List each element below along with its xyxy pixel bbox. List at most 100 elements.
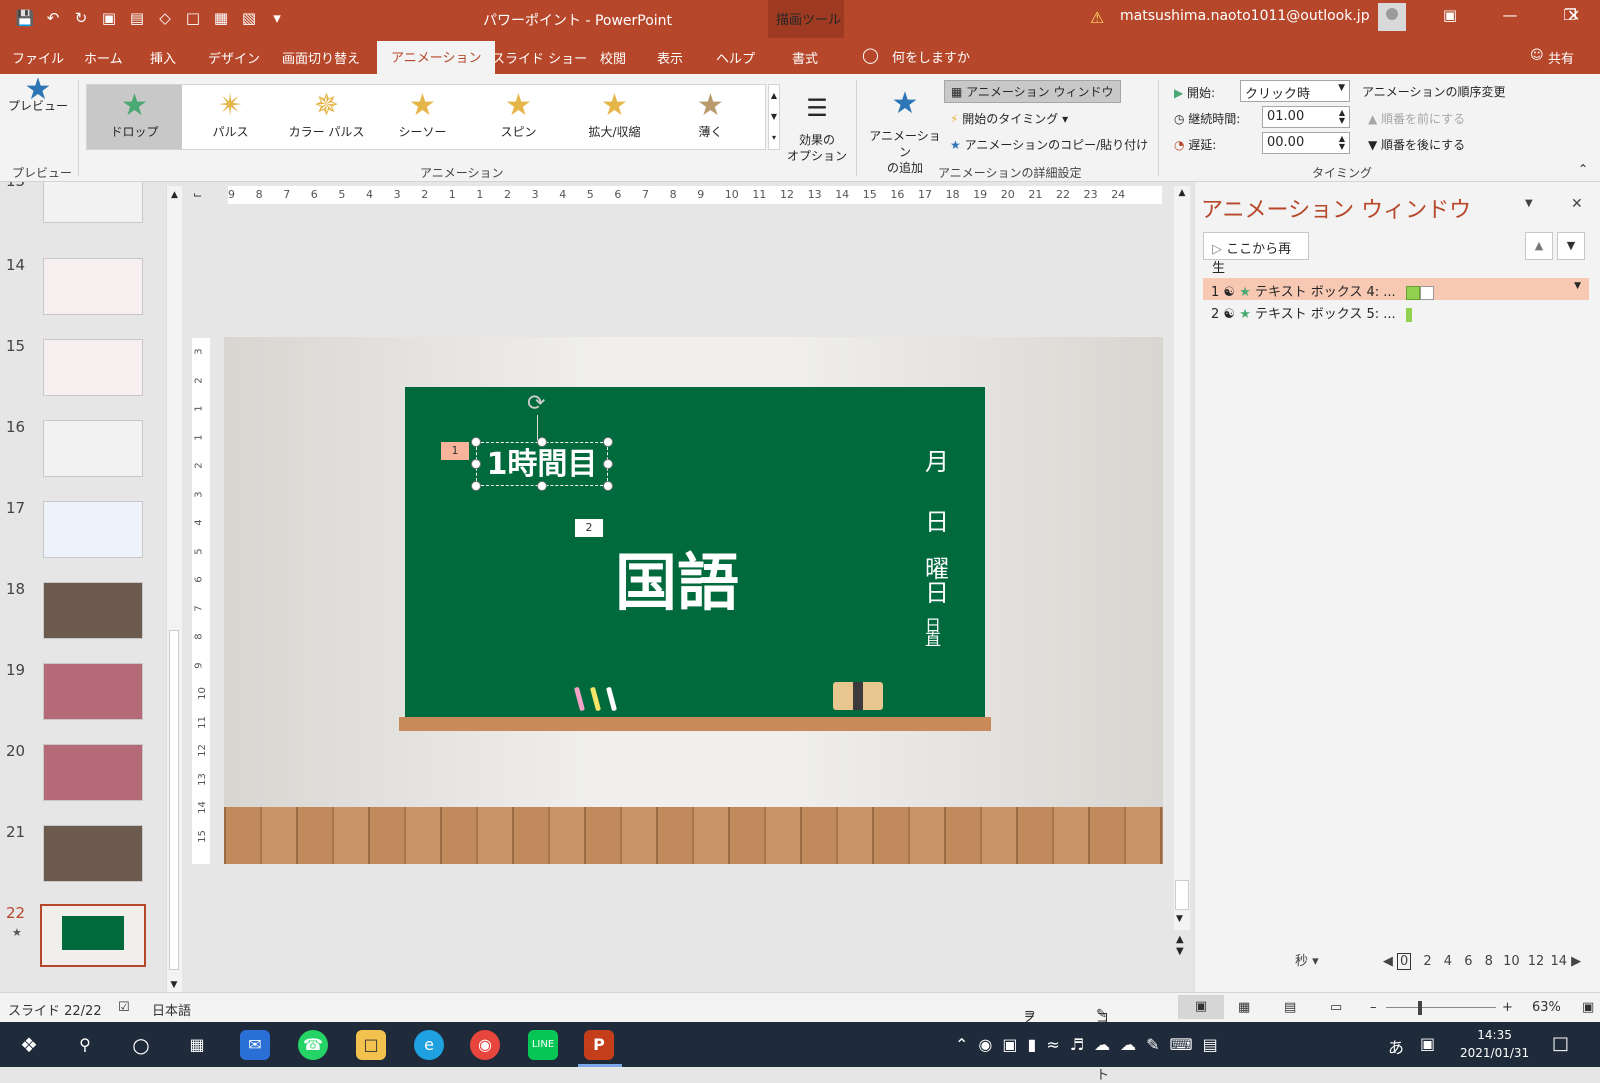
gallery-item-color-pulse[interactable]: ✵ カラー パルス [279,85,374,149]
animation-marker-1[interactable]: 1 [441,442,469,460]
slide-thumbnail-current[interactable] [40,904,146,967]
customize-icon[interactable]: ▾ [266,7,288,29]
line-icon[interactable]: LINE [528,1030,558,1060]
pane-close-icon[interactable]: ✕ [1571,196,1583,212]
chevron-up-icon[interactable]: ⌃ [955,1035,978,1054]
chrome-icon[interactable]: ◉ [470,1030,500,1060]
account-name[interactable]: matsushima.naoto1011@outlook.jp [1120,8,1370,24]
zoom-out-icon[interactable]: – [1370,1000,1377,1015]
animation-item[interactable]: 1 ☯ ★ テキスト ボックス 4: ... ▼ [1203,278,1589,300]
scroll-right-icon[interactable]: ▶ [1571,954,1581,969]
tab-animations[interactable]: アニメーション [377,41,496,74]
textbox-period[interactable]: 1時間目 [476,442,608,486]
slideshow-view-button[interactable]: ▭ [1330,1000,1342,1015]
close-icon[interactable]: ✕ [1567,6,1580,25]
duration-spinner[interactable]: 01.00 ▲ ▼ [1262,106,1350,128]
keyboard-icon[interactable]: ⌨ [1169,1035,1202,1054]
pen-icon[interactable]: ✎ [1146,1035,1169,1054]
reading-view-button[interactable]: ▤ [1284,1000,1296,1015]
tell-me-search[interactable]: 何をしますか [892,47,970,66]
textbox-subject[interactable]: 国語 [615,532,739,622]
volume-icon[interactable]: ♬ [1070,1035,1094,1054]
new-slide-icon[interactable]: ▤ [126,7,148,29]
resize-handle[interactable] [603,437,613,447]
resize-handle[interactable] [537,437,547,447]
warning-icon[interactable]: ⚠ [1090,8,1104,27]
ribbon-display-icon[interactable]: ▣ [1420,6,1480,24]
prev-next-slide-icon[interactable]: ▲ ▼ [1176,934,1184,958]
move-earlier-button[interactable]: ▲ 順番を前にする [1368,110,1465,127]
tab-slideshow[interactable]: スライド ショー [492,48,587,67]
play-from-button[interactable]: ▷ ここから再生 [1203,232,1309,276]
move-up-button[interactable]: ▲ [1525,232,1553,260]
resize-handle[interactable] [603,481,613,491]
animation-painter-button[interactable]: ★ アニメーションのコピー/貼り付け [950,136,1148,153]
scroll-down-icon[interactable]: ▼ [1176,914,1183,924]
editor-scrollbar[interactable]: ▲ [1174,186,1190,930]
undo-icon[interactable]: ↶ [42,7,64,29]
zoom-slider[interactable] [1386,1007,1496,1008]
share-icon[interactable]: ☺ [1530,48,1544,63]
resize-handle[interactable] [471,459,481,469]
mail-icon[interactable]: ✉ [240,1030,270,1060]
onedrive-icon[interactable]: ☁ [1094,1035,1120,1054]
task-view-icon[interactable]: ▦ [182,1030,212,1060]
gallery-item-pulse[interactable]: ✴ パルス [183,85,278,149]
scroll-up-icon[interactable]: ▲ [1174,188,1190,198]
chevron-down-icon[interactable]: ▼ [1574,281,1581,291]
language-indicator[interactable]: 日本語 [152,1000,191,1019]
zoom-level[interactable]: 63% [1532,1000,1561,1015]
battery-icon[interactable]: ▮ [1028,1035,1047,1054]
clock[interactable]: 14:35 2021/01/31 [1460,1026,1529,1062]
move-later-button[interactable]: ▼ 順番を後にする [1368,136,1465,153]
resize-handle[interactable] [537,481,547,491]
resize-handle[interactable] [471,481,481,491]
resize-handle[interactable] [471,437,481,447]
meet-icon[interactable]: ◉ [978,1035,1002,1054]
slide-thumbnail[interactable] [43,420,143,477]
tab-insert[interactable]: 挿入 [150,48,176,67]
tab-review[interactable]: 校閲 [600,48,626,67]
slide-thumbnail[interactable] [43,258,143,315]
edge-icon[interactable]: e [414,1030,444,1060]
slide-thumbnail[interactable] [43,182,143,223]
pane-options-icon[interactable]: ▼ [1525,198,1533,209]
normal-view-button[interactable]: ▣ [1178,995,1224,1019]
animation-pane-button[interactable]: ▦ アニメーション ウィンドウ [944,80,1121,103]
whatsapp-icon[interactable]: ☎ [298,1030,328,1060]
tab-help[interactable]: ヘルプ [716,48,755,67]
tab-stop-icon[interactable]: ⌙ [193,188,202,201]
tab-home[interactable]: ホーム [84,48,123,67]
wifi-icon[interactable]: ≈ [1046,1035,1069,1054]
scroll-up-icon[interactable]: ▲ [167,190,182,200]
trigger-button[interactable]: ⚡ 開始のタイミング ▾ [950,110,1068,127]
notification-icon[interactable]: □ [1552,1033,1569,1054]
slide-thumbnail[interactable] [43,501,143,558]
tab-view[interactable]: 表示 [657,48,683,67]
save-icon[interactable]: 💾 [14,7,36,29]
scroll-left-icon[interactable]: ◀ [1383,954,1393,969]
fit-slide-icon[interactable]: ▣ [1582,1000,1594,1015]
gallery-item-grow-shrink[interactable]: ★ 拡大/収縮 [567,85,662,149]
cloud-icon[interactable]: ☁ [1120,1035,1146,1054]
scroll-down-icon[interactable]: ▼ [167,980,181,990]
delay-spinner[interactable]: 00.00 ▲ ▼ [1262,132,1350,154]
scroll-thumb[interactable] [169,630,179,970]
share-button[interactable]: 共有 [1548,48,1574,67]
animation-marker-2[interactable]: 2 [575,519,603,537]
slide-sorter-button[interactable]: ▦ [1238,1000,1250,1015]
tab-format[interactable]: 書式 [792,48,818,67]
resize-handle[interactable] [603,459,613,469]
tab-design[interactable]: デザイン [208,48,260,67]
thumbnails-scrollbar[interactable]: ▲ ▼ [166,186,182,992]
duty-label[interactable]: 日直 [925,618,941,648]
shape-icon[interactable]: ◇ [154,7,176,29]
slide-thumbnail[interactable] [43,663,143,720]
group-icon[interactable]: ▦ [210,7,232,29]
collapse-ribbon-icon[interactable]: ⌃ [1578,162,1588,176]
arrange-icon[interactable]: ▧ [238,7,260,29]
scroll-thumb[interactable] [1175,880,1189,910]
add-animation-button[interactable]: ★ アニメーション の追加 [866,80,944,192]
redo-icon[interactable]: ↻ [70,7,92,29]
file-explorer-icon[interactable]: □ [356,1030,386,1060]
